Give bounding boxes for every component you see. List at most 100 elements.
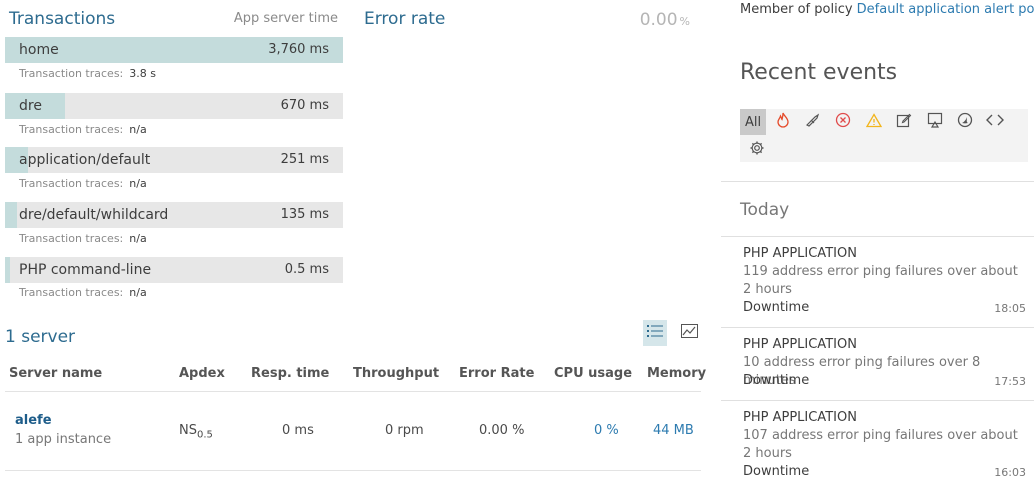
transaction-traces: Transaction traces: n/a [19,123,147,136]
screen-icon [927,112,943,132]
transaction-time: 135 ms [280,207,329,222]
server-name-link[interactable]: alefe [15,413,52,428]
transaction-traces-value: n/a [129,232,147,245]
transaction-row-dre-default-whildcard[interactable]: dre/default/whildcard 135 ms [5,202,343,228]
filter-code-button[interactable] [982,109,1008,135]
transaction-name: PHP command-line [19,262,152,278]
list-icon [647,324,663,342]
transaction-time: 3,760 ms [268,42,329,57]
chart-icon [680,324,698,342]
transaction-bar-fill [5,202,18,228]
apdex-threshold: 0.5 [196,429,213,441]
event-time: 18:05 [994,302,1026,315]
transaction-traces-label: Transaction traces: [19,286,124,299]
transaction-traces: Transaction traces: n/a [19,232,147,245]
transaction-traces: Transaction traces: 3.8 s [19,67,156,80]
event-title: PHP APPLICATION [743,337,857,352]
transaction-name: dre [19,98,42,114]
transaction-traces-label: Transaction traces: [19,232,124,245]
transaction-row-php-command-line[interactable]: PHP command-line 0.5 ms [5,257,343,283]
policy-membership: Member of policy Default application ale… [740,2,1034,17]
event-type: Downtime [743,373,810,388]
filter-settings-button[interactable] [744,137,770,163]
filter-screen-button[interactable] [922,109,948,135]
transaction-time: 670 ms [280,98,329,113]
transaction-traces: Transaction traces: n/a [19,177,147,190]
filter-warning-button[interactable] [861,109,887,135]
server-memory[interactable]: 44 MB [653,423,694,438]
policy-prefix: Member of policy [740,2,857,17]
note-icon [896,112,912,132]
column-cpu-usage[interactable]: CPU usage [554,366,632,381]
event-filter-bar: All [740,109,1028,162]
policy-link[interactable]: Default application alert policy [857,2,1034,17]
server-apdex: NS0.5 [179,423,213,441]
error-rate-number: 0.00 [639,10,678,30]
error-rate-title: Error rate [364,9,446,29]
event-time: 16:03 [994,466,1026,479]
column-memory[interactable]: Memory [647,366,706,381]
transaction-time: 0.5 ms [284,262,329,277]
transaction-name: dre/default/whildcard [19,207,169,223]
column-error-rate[interactable]: Error Rate [459,366,534,381]
transactions-title: Transactions [9,9,116,29]
fire-icon [776,112,790,132]
transaction-traces: Transaction traces: n/a [19,286,147,299]
error-rate-value: 0.00% [640,10,690,30]
transaction-traces-label: Transaction traces: [19,67,124,80]
event-title: PHP APPLICATION [743,246,857,261]
transaction-traces-value[interactable]: 3.8 s [129,67,156,80]
table-header-divider [5,391,701,392]
today-heading: Today [740,200,790,220]
transactions-column-title: App server time [233,11,338,26]
column-throughput[interactable]: Throughput [353,366,439,381]
transaction-traces-value: n/a [129,123,147,136]
transaction-traces-label: Transaction traces: [19,123,124,136]
transaction-time: 251 ms [280,152,329,167]
transaction-row-application-default[interactable]: application/default 251 ms [5,147,343,173]
filter-all-label: All [744,114,762,130]
server-instance-count: 1 app instance [15,432,112,447]
deploy-icon [805,113,821,131]
event-type: Downtime [743,464,810,479]
server-throughput: 0 rpm [385,423,424,438]
column-server-name[interactable]: Server name [9,366,102,381]
transaction-traces-value: n/a [129,177,147,190]
code-icon [986,113,1004,131]
servers-title: 1 server [5,327,76,347]
chart-view-button[interactable] [677,320,701,346]
list-view-button[interactable] [643,320,667,346]
recent-events-title: Recent events [740,60,898,85]
transaction-row-dre[interactable]: dre 670 ms [5,93,343,119]
filter-note-button[interactable] [891,109,917,135]
gear-icon [749,140,765,160]
transaction-traces-label: Transaction traces: [19,177,124,190]
event-description: 119 address error ping failures over abo… [743,264,1018,297]
error-icon [835,112,851,132]
divider [721,181,1034,182]
transaction-traces-value: n/a [129,286,147,299]
transaction-name: application/default [19,152,151,168]
server-resp-time: 0 ms [282,423,314,438]
column-resp-time[interactable]: Resp. time [251,366,329,381]
filter-deploy-button[interactable] [800,109,826,135]
event-type: Downtime [743,300,810,315]
swift-icon [957,112,973,132]
column-apdex[interactable]: Apdex [179,366,225,381]
server-cpu-usage[interactable]: 0 % [594,423,619,438]
filter-fire-button[interactable] [770,109,796,135]
event-description: 107 address error ping failures over abo… [743,428,1018,461]
warning-icon [865,112,883,132]
error-rate-unit: % [679,15,690,28]
transaction-bar-fill [5,257,10,283]
filter-all-button[interactable]: All [740,109,766,135]
transaction-name: home [19,42,59,58]
transaction-row-home[interactable]: home 3,760 ms [5,37,343,63]
filter-error-button[interactable] [830,109,856,135]
event-title: PHP APPLICATION [743,410,857,425]
table-footer-divider [5,470,701,471]
server-error-rate: 0.00 % [479,423,525,438]
filter-swift-button[interactable] [952,109,978,135]
event-time: 17:53 [994,375,1026,388]
apdex-score: NS [179,423,197,438]
